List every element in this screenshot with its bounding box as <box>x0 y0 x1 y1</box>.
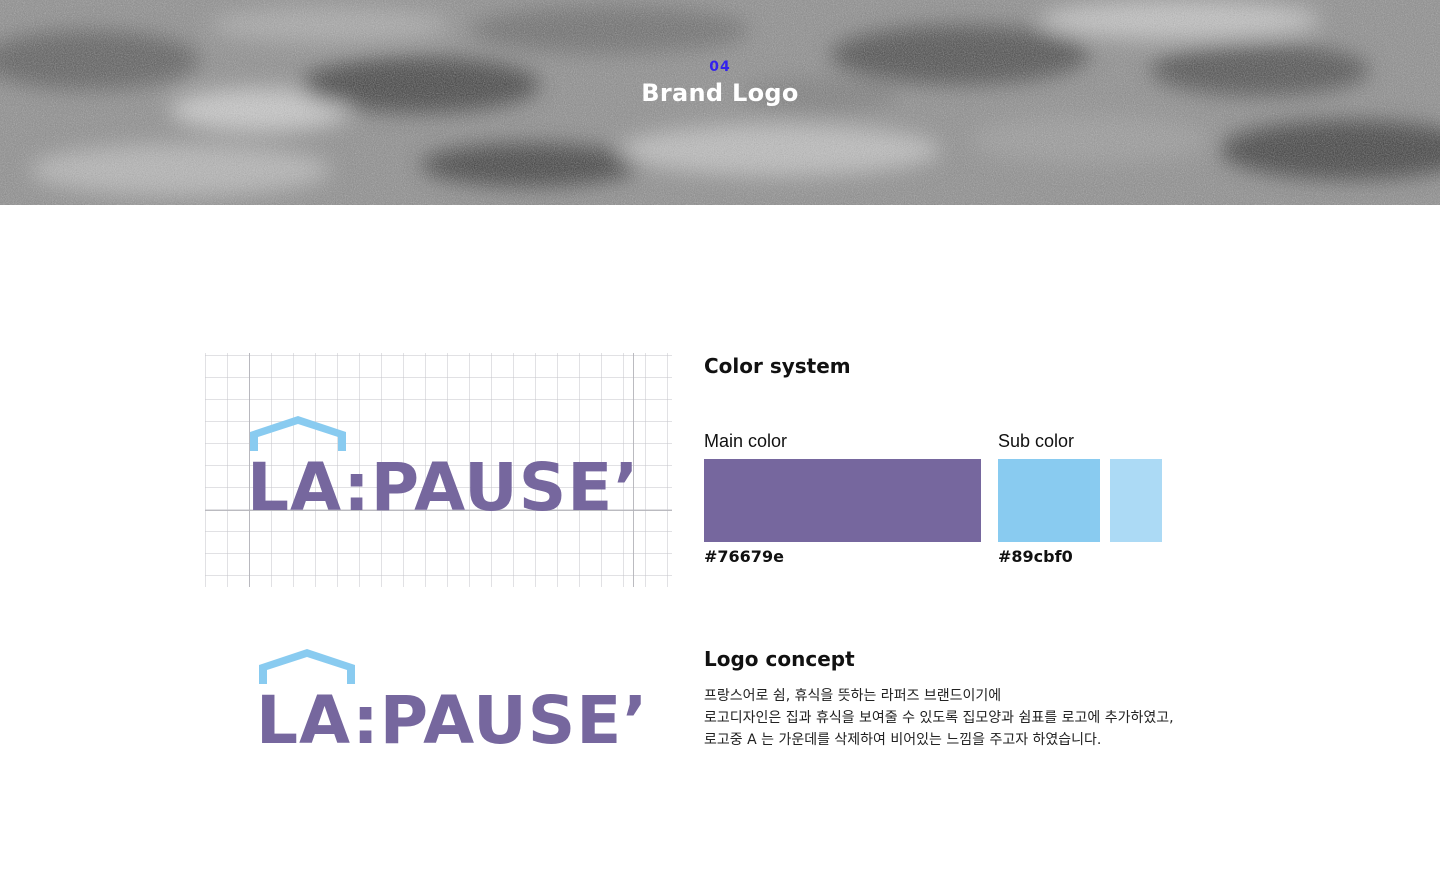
main-color-hex: #76679e <box>704 547 784 566</box>
logo-concept-line: 프랑스어로 쉼, 휴식을 뜻하는 라퍼즈 브랜드이기에 <box>704 688 1002 704</box>
main-color-label: Main color <box>704 431 788 451</box>
logo-concept-line: 로고중 A 는 가운데를 삭제하여 비어있는 느낌을 주고자 하였습니다. <box>704 732 1102 748</box>
logo-wordmark: LA:PAUSE’ <box>256 682 649 759</box>
main-color-swatch <box>704 459 981 542</box>
logo-concept-line: 로고디자인은 집과 휴식을 보여줄 수 있도록 집모양과 쉼표를 로고에 추가하… <box>704 710 1174 726</box>
logo-construction-grid: LA:PAUSE’ <box>205 353 672 587</box>
house-roof-icon <box>250 416 346 451</box>
house-roof-icon <box>259 649 355 684</box>
hero-banner: 04 Brand Logo <box>0 0 1440 205</box>
logo-concept-heading: Logo concept <box>704 647 855 671</box>
section-number: 04 <box>709 59 731 75</box>
logo-wordmark: LA:PAUSE’ <box>247 449 640 526</box>
sub-color-label: Sub color <box>998 431 1075 451</box>
sub-color-hex: #89cbf0 <box>998 547 1073 566</box>
brand-logo-grid: LA:PAUSE’ <box>247 413 647 526</box>
section-title: Brand Logo <box>641 79 799 107</box>
sub-color-tint-swatch <box>1110 459 1162 542</box>
color-system-heading: Color system <box>704 354 851 378</box>
sub-color-swatch <box>998 459 1100 542</box>
brand-logo: LA:PAUSE’ <box>256 646 656 759</box>
